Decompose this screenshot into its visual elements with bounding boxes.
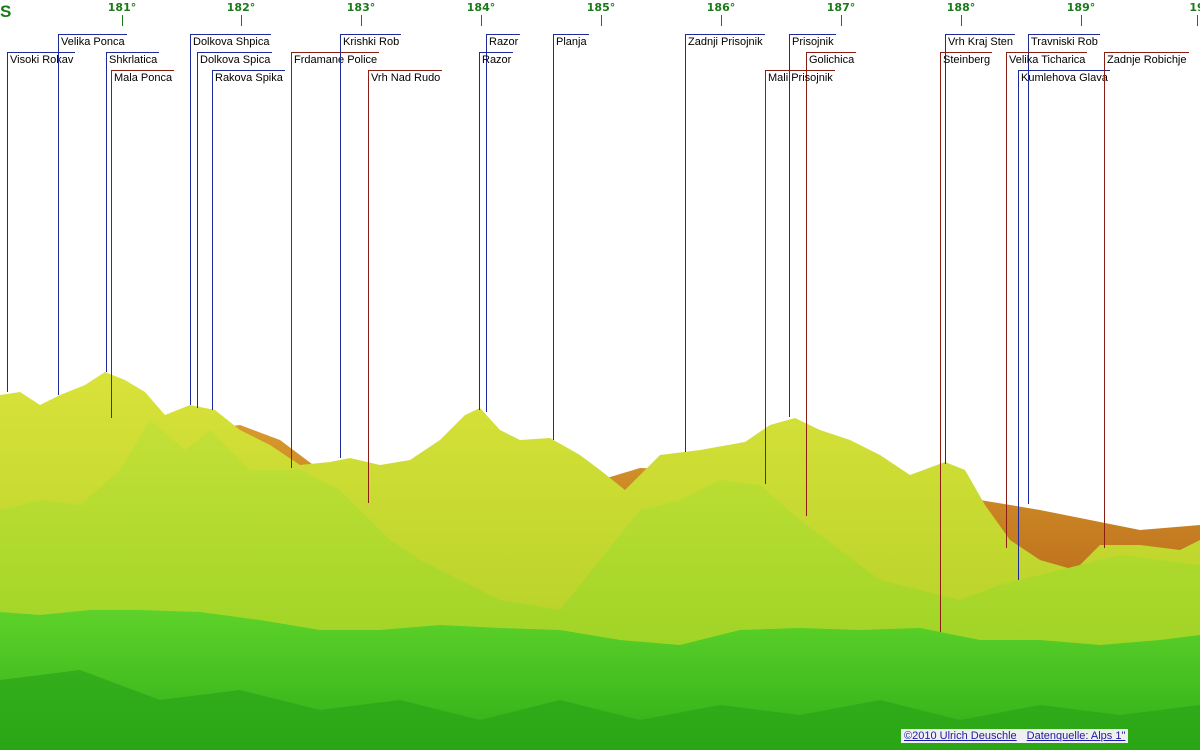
peak-pointer-line: [765, 70, 766, 484]
azimuth-tick-label: 19: [1189, 1, 1200, 14]
credits-link[interactable]: ©2010 Ulrich Deuschle Datenquelle: Alps 1…: [901, 729, 1129, 743]
peak-name-label[interactable]: Vrh Kraj Sten: [946, 34, 1016, 49]
peak-name-label[interactable]: Travniski Rob: [1029, 34, 1100, 49]
azimuth-tick-mark: [601, 15, 602, 26]
peak-name-label[interactable]: Velika Ponca: [59, 34, 127, 49]
peak-pointer-line: [940, 52, 941, 632]
peak-pointer-line: [1104, 52, 1105, 548]
peak-pointer-line: [789, 34, 790, 417]
peak-name-label[interactable]: Rakova Spika: [213, 70, 285, 85]
peak-name-label[interactable]: Mala Ponca: [112, 70, 175, 85]
peak-name-label[interactable]: Visoki Rokav: [8, 52, 76, 67]
peak-name-label[interactable]: Kumlehova Glava: [1019, 70, 1110, 85]
azimuth-tick-label: 184°: [466, 1, 496, 14]
peak-pointer-line: [945, 34, 946, 464]
peak-pointer-line: [111, 70, 112, 418]
peak-name-label[interactable]: Velika Ticharica: [1007, 52, 1088, 67]
azimuth-tick-label: 189°: [1066, 1, 1096, 14]
peak-name-label[interactable]: Krishki Rob: [341, 34, 402, 49]
peak-pointer-line: [685, 34, 686, 452]
azimuth-scale: S 181° 182° 183° 184° 185° 186° 187° 188° 189° 19: [0, 0, 1200, 30]
azimuth-tick-mark: [1197, 15, 1198, 26]
peak-name-label[interactable]: Dolkova Shpica: [191, 34, 272, 49]
peak-name-label[interactable]: Shkrlatica: [107, 52, 160, 67]
peak-name-label[interactable]: Dolkova Spica: [198, 52, 273, 67]
azimuth-tick-label: 186°: [706, 1, 736, 14]
peak-pointer-line: [106, 52, 107, 372]
peak-name-label[interactable]: Zadnji Prisojnik: [686, 34, 765, 49]
peak-pointer-line: [7, 52, 8, 392]
peak-pointer-line: [368, 70, 369, 503]
azimuth-tick-mark: [361, 15, 362, 26]
data-source-text[interactable]: Datenquelle: Alps 1": [1027, 730, 1126, 742]
peak-name-label[interactable]: Razor: [480, 52, 514, 67]
peak-pointer-line: [212, 70, 213, 410]
azimuth-tick-label: 182°: [226, 1, 256, 14]
azimuth-tick-mark: [841, 15, 842, 26]
peak-pointer-line: [291, 52, 292, 468]
peak-name-label[interactable]: Prisojnik: [790, 34, 836, 49]
peak-pointer-line: [479, 52, 480, 410]
peak-pointer-line: [340, 34, 341, 458]
peak-name-label[interactable]: Planja: [554, 34, 589, 49]
peak-name-label[interactable]: Golichica: [807, 52, 857, 67]
azimuth-tick-mark: [481, 15, 482, 26]
panorama-terrain: [0, 372, 1200, 750]
peak-pointer-line: [197, 52, 198, 408]
azimuth-tick-mark: [721, 15, 722, 26]
peak-name-label[interactable]: Zadnje Robichje: [1105, 52, 1189, 67]
azimuth-tick-label: 185°: [586, 1, 616, 14]
peak-name-label[interactable]: Razor: [487, 34, 521, 49]
azimuth-tick-label: 188°: [946, 1, 976, 14]
peak-pointer-line: [1006, 52, 1007, 548]
azimuth-tick-label: 181°: [107, 1, 137, 14]
peak-pointer-line: [553, 34, 554, 440]
peak-pointer-line: [1018, 70, 1019, 580]
peak-name-label[interactable]: Steinberg: [941, 52, 993, 67]
peak-pointer-line: [806, 52, 807, 516]
peak-name-label[interactable]: Mali Prisojnik: [766, 70, 835, 85]
copyright-text[interactable]: ©2010 Ulrich Deuschle: [904, 730, 1017, 742]
azimuth-tick-mark: [1081, 15, 1082, 26]
peak-pointer-line: [486, 34, 487, 412]
azimuth-tick-mark: [241, 15, 242, 26]
edge-label: S: [0, 2, 12, 21]
peak-name-label[interactable]: Vrh Nad Rudo: [369, 70, 443, 85]
azimuth-tick-mark: [961, 15, 962, 26]
peak-name-label[interactable]: Frdamane Police: [292, 52, 380, 67]
azimuth-tick-label: 187°: [826, 1, 856, 14]
peak-pointer-line: [58, 34, 59, 395]
peak-pointer-line: [190, 34, 191, 405]
peak-pointer-line: [1028, 34, 1029, 504]
azimuth-tick-mark: [122, 15, 123, 26]
azimuth-tick-label: 183°: [346, 1, 376, 14]
